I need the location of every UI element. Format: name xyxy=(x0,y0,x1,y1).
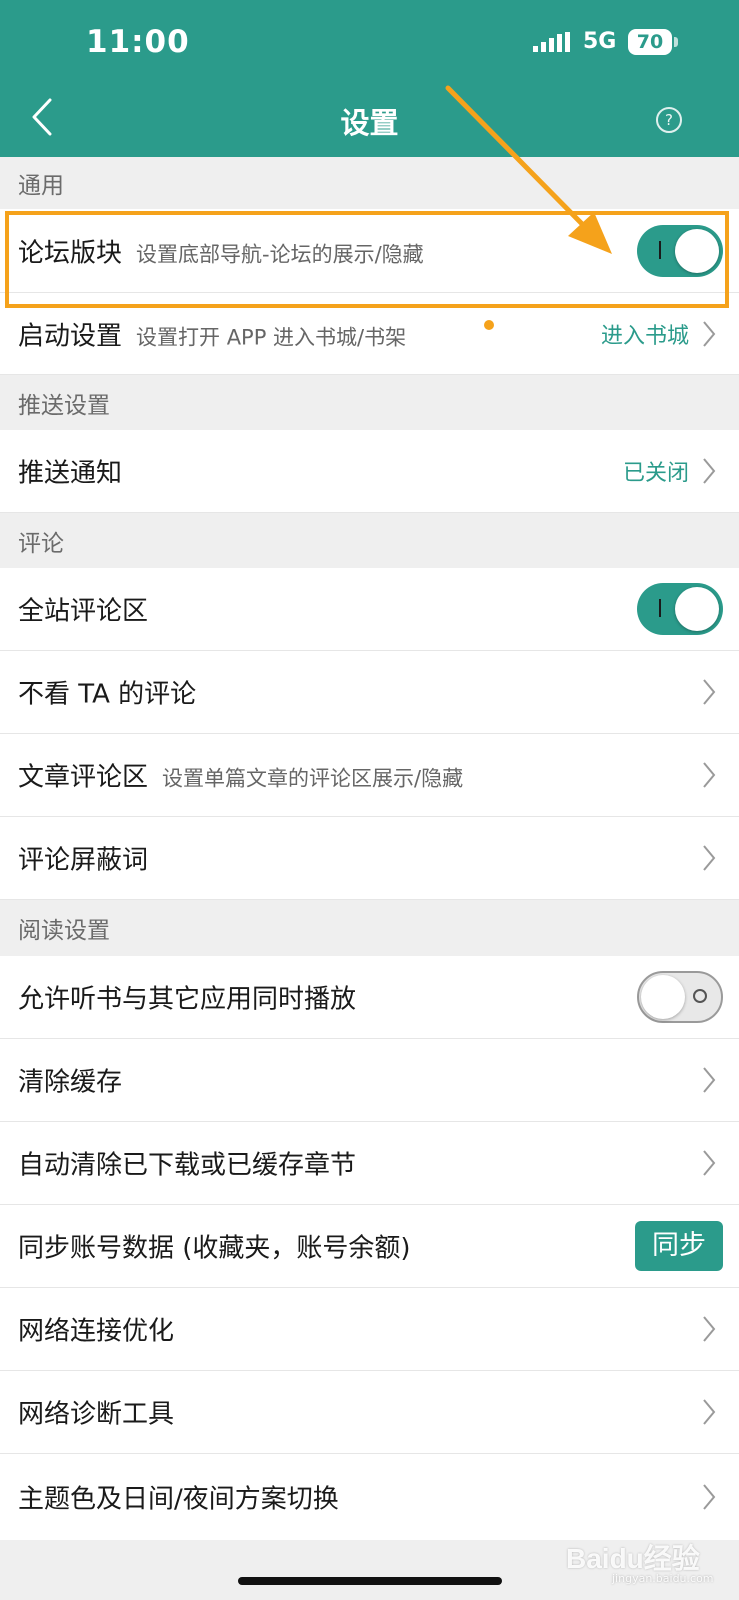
section-push: 推送设置 xyxy=(0,375,739,430)
toggle-on-mark xyxy=(659,240,661,259)
battery-icon: 70 xyxy=(628,29,672,55)
signal-icon xyxy=(533,32,570,52)
site-comments-row[interactable]: 全站评论区 xyxy=(0,568,739,651)
push-notice-value: 已关闭 xyxy=(622,461,689,486)
watermark-domain: jingyan.baidu.com xyxy=(612,1572,714,1585)
sync-account-title: 同步账号数据 (收藏夹，账号余额) xyxy=(18,1233,411,1264)
chevron-right-icon xyxy=(703,1067,716,1093)
battery-nub xyxy=(674,37,678,47)
chevron-right-icon xyxy=(703,320,716,347)
mix-audio-toggle[interactable] xyxy=(637,971,723,1023)
forum-subtitle: 设置底部导航-论坛的展示/隐藏 xyxy=(136,242,424,266)
chevron-right-icon xyxy=(703,1150,716,1176)
help-icon[interactable]: ? xyxy=(656,107,682,133)
startup-subtitle: 设置打开 APP 进入书城/书架 xyxy=(136,325,407,349)
site-comments-title: 全站评论区 xyxy=(18,596,149,627)
page-title: 设置 xyxy=(340,106,399,140)
article-comments-title: 文章评论区 xyxy=(18,762,149,793)
row-title: 论坛版块 设置底部导航-论坛的展示/隐藏 xyxy=(18,232,424,269)
chevron-right-icon xyxy=(703,845,716,871)
section-label: 评论 xyxy=(18,530,64,557)
push-notice-title: 推送通知 xyxy=(18,458,123,489)
network-diagnose-title: 网络诊断工具 xyxy=(18,1399,175,1430)
startup-value: 进入书城 xyxy=(600,323,689,349)
mix-audio-title: 允许听书与其它应用同时播放 xyxy=(18,984,357,1015)
header-bar: 11:00 5G 70 设置 ? xyxy=(0,0,739,157)
article-comments-row[interactable]: 文章评论区 设置单篇文章的评论区展示/隐藏 xyxy=(0,734,739,817)
toggle-knob xyxy=(675,587,719,631)
chevron-right-icon xyxy=(703,679,716,705)
block-user-title: 不看 TA 的评论 xyxy=(18,679,197,710)
section-label: 阅读设置 xyxy=(18,918,110,944)
site-comments-toggle[interactable] xyxy=(637,583,723,635)
toggle-knob xyxy=(675,228,719,273)
network-optimize-row[interactable]: 网络连接优化 xyxy=(0,1288,739,1371)
section-general: 通用 xyxy=(0,157,739,209)
row-title: 文章评论区 设置单篇文章的评论区展示/隐藏 xyxy=(18,757,463,794)
row-title: 启动设置 设置打开 APP 进入书城/书架 xyxy=(18,315,406,352)
section-label: 通用 xyxy=(18,173,64,199)
blocked-words-row[interactable]: 评论屏蔽词 xyxy=(0,817,739,900)
section-label: 推送设置 xyxy=(18,392,110,419)
sync-account-row: 同步账号数据 (收藏夹，账号余额) 同步 xyxy=(0,1205,739,1288)
auto-clear-title: 自动清除已下载或已缓存章节 xyxy=(18,1150,357,1181)
sync-button[interactable]: 同步 xyxy=(635,1221,723,1271)
network-optimize-title: 网络连接优化 xyxy=(18,1316,175,1347)
forum-toggle[interactable] xyxy=(637,224,723,277)
forum-title: 论坛版块 xyxy=(18,238,123,268)
section-comments: 评论 xyxy=(0,513,739,568)
mix-audio-row[interactable]: 允许听书与其它应用同时播放 xyxy=(0,956,739,1039)
watermark-logo: Baidu经验 xyxy=(566,1543,700,1574)
network-type: 5G xyxy=(583,29,617,54)
home-indicator xyxy=(238,1577,502,1585)
startup-title: 启动设置 xyxy=(18,321,123,351)
push-notice-row[interactable]: 推送通知 已关闭 xyxy=(0,430,739,513)
toggle-on-mark xyxy=(659,599,661,617)
auto-clear-row[interactable]: 自动清除已下载或已缓存章节 xyxy=(0,1122,739,1205)
chevron-right-icon xyxy=(703,1484,716,1510)
clear-cache-row[interactable]: 清除缓存 xyxy=(0,1039,739,1122)
startup-settings-row[interactable]: 启动设置 设置打开 APP 进入书城/书架 进入书城 xyxy=(0,293,739,375)
status-time: 11:00 xyxy=(86,24,190,60)
theme-switch-row[interactable]: 主题色及日间/夜间方案切换 xyxy=(0,1454,739,1540)
toggle-knob xyxy=(641,975,685,1019)
network-diagnose-row[interactable]: 网络诊断工具 xyxy=(0,1371,739,1454)
blocked-words-title: 评论屏蔽词 xyxy=(18,845,149,876)
toggle-off-mark xyxy=(693,989,707,1003)
clear-cache-title: 清除缓存 xyxy=(18,1067,123,1098)
chevron-right-icon xyxy=(703,458,716,484)
article-comments-subtitle: 设置单篇文章的评论区展示/隐藏 xyxy=(162,766,464,791)
forum-section-row[interactable]: 论坛版块 设置底部导航-论坛的展示/隐藏 xyxy=(0,209,739,293)
chevron-right-icon xyxy=(703,762,716,788)
block-user-comments-row[interactable]: 不看 TA 的评论 xyxy=(0,651,739,734)
chevron-right-icon xyxy=(703,1316,716,1342)
chevron-right-icon xyxy=(703,1399,716,1425)
theme-switch-title: 主题色及日间/夜间方案切换 xyxy=(18,1484,339,1515)
section-reading: 阅读设置 xyxy=(0,900,739,956)
